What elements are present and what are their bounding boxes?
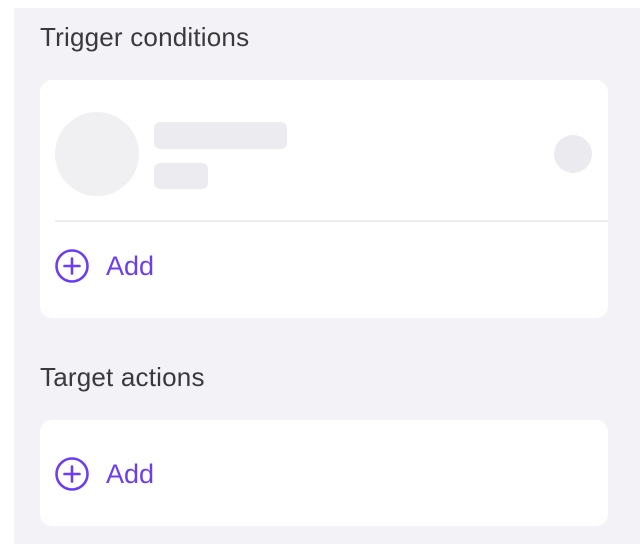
automation-panel: Trigger conditions Add Target actions Ad… [14, 8, 640, 544]
plus-circle-icon [55, 457, 89, 491]
add-trigger-button[interactable]: Add [54, 248, 154, 284]
skeleton-status-dot [554, 135, 592, 173]
target-actions-card: Add [40, 420, 608, 526]
skeleton-subtitle-line [154, 163, 208, 189]
add-action-label: Add [106, 458, 155, 489]
trigger-conditions-card: Add [40, 80, 608, 318]
trigger-conditions-title: Trigger conditions [40, 22, 250, 52]
skeleton-avatar [55, 112, 139, 196]
plus-circle-icon [55, 249, 89, 283]
add-trigger-label: Add [106, 250, 155, 281]
divider [55, 220, 608, 222]
skeleton-title-line [154, 122, 287, 149]
target-actions-title: Target actions [40, 362, 205, 392]
add-action-button[interactable]: Add [54, 456, 154, 492]
loading-skeleton-row [40, 80, 608, 220]
